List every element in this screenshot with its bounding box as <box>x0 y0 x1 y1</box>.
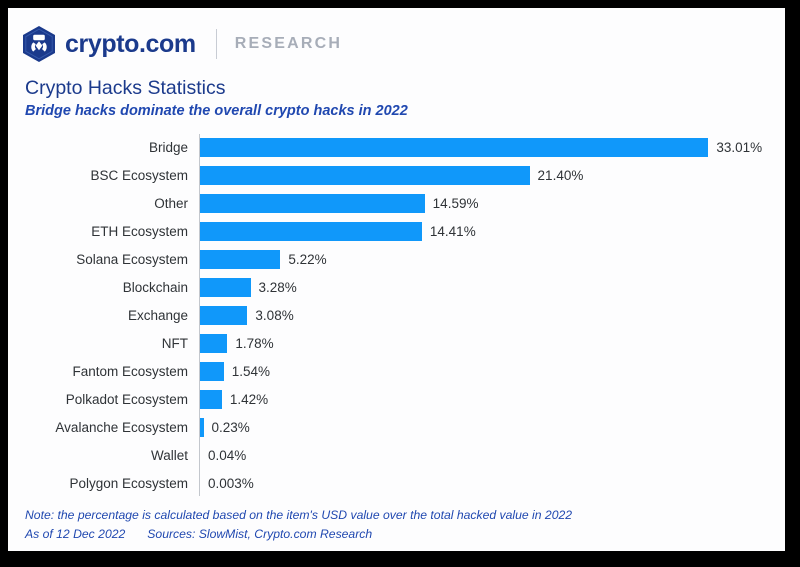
bar-chart-row: Wallet 0.04% <box>8 442 785 470</box>
bar-chart-row: BSC Ecosystem 21.40% <box>8 162 785 190</box>
bar-chart-row: Polkadot Ecosystem 1.42% <box>8 386 785 414</box>
bar-chart-rows: Bridge 33.01% BSC Ecosystem 21.40% Other 14.5… <box>8 134 785 498</box>
bar-category-label: Avalanche Ecosystem <box>55 420 188 435</box>
header-divider <box>215 29 217 59</box>
brand-header: crypto.com RESEARCH <box>22 22 342 66</box>
bar-value-label: 21.40% <box>537 168 584 183</box>
bar-track: 14.59% <box>200 190 785 218</box>
brand-name: crypto.com <box>65 29 196 58</box>
bar-chart-row: Exchange 3.08% <box>8 302 785 330</box>
bar-track: 3.08% <box>200 302 785 330</box>
bar-category-label: Exchange <box>127 308 188 323</box>
bar-chart-row: Solana Ecosystem 5.22% <box>8 246 785 274</box>
bar[interactable] <box>200 418 204 437</box>
bar-track: 33.01% <box>200 134 785 162</box>
bar-category-label: Solana Ecosystem <box>76 252 188 267</box>
bar-category-label: ETH Ecosystem <box>91 224 188 239</box>
chart-source-line: As of 12 Dec 2022 Sources: SlowMist, Cry… <box>25 527 372 541</box>
bar-value-label: 1.54% <box>231 364 270 379</box>
bar-track: 1.78% <box>200 330 785 358</box>
bar-track: 1.42% <box>200 386 785 414</box>
bar[interactable] <box>200 250 281 269</box>
bar-chart-row: ETH Ecosystem 14.41% <box>8 218 785 246</box>
bar[interactable] <box>200 166 530 185</box>
bar-value-label: 1.78% <box>235 336 274 351</box>
bar-category-label: NFT <box>161 336 188 351</box>
bar-category-label: Other <box>154 196 188 211</box>
bar-value-label: 3.28% <box>258 280 297 295</box>
bar-value-label: 0.04% <box>208 448 247 463</box>
bar-value-label: 3.08% <box>255 308 294 323</box>
bar-track: 14.41% <box>200 218 785 246</box>
bar[interactable] <box>200 306 248 325</box>
bar-chart-row: Fantom Ecosystem 1.54% <box>8 358 785 386</box>
bar[interactable] <box>200 278 251 297</box>
bar[interactable] <box>200 334 228 353</box>
bar-chart-row: Other 14.59% <box>8 190 785 218</box>
bar-track: 0.04% <box>200 442 785 470</box>
bar-category-label: Fantom Ecosystem <box>72 364 188 379</box>
bar-value-label: 14.59% <box>432 196 479 211</box>
bar-track: 21.40% <box>200 162 785 190</box>
bar[interactable] <box>200 194 425 213</box>
bar-value-label: 14.41% <box>429 224 476 239</box>
brand-section-label: RESEARCH <box>234 35 343 52</box>
bar[interactable] <box>200 138 709 157</box>
bar-category-label: Bridge <box>148 140 188 155</box>
bar-chart-row: Bridge 33.01% <box>8 134 785 162</box>
bar-category-label: BSC Ecosystem <box>90 168 188 183</box>
bar-chart: Bridge 33.01% BSC Ecosystem 21.40% Other 14.5… <box>8 134 785 500</box>
chart-footnote: Note: the percentage is calculated based… <box>25 508 573 522</box>
bar[interactable] <box>200 390 222 409</box>
as-of-date: As of 12 Dec 2022 <box>25 527 126 541</box>
bar-value-label: 0.003% <box>208 476 254 491</box>
bar-category-label: Polkadot Ecosystem <box>65 392 188 407</box>
bar-value-label: 1.42% <box>229 392 269 407</box>
bar-value-label: 5.22% <box>288 252 327 267</box>
infographic-card: crypto.com RESEARCH Crypto Hacks Statist… <box>8 8 785 551</box>
bar-track: 5.22% <box>200 246 785 274</box>
page-subtitle: Bridge hacks dominate the overall crypto… <box>25 103 408 119</box>
bar-chart-row: NFT 1.78% <box>8 330 785 358</box>
bar-track: 0.23% <box>200 414 785 442</box>
bar-chart-row: Polygon Ecosystem 0.003% <box>8 470 785 498</box>
sources-text: Sources: SlowMist, Crypto.com Research <box>147 527 373 541</box>
bar[interactable] <box>200 362 224 381</box>
bar-value-label: 0.23% <box>211 420 250 435</box>
crypto-com-hexagon-logo-icon <box>22 25 56 63</box>
bar-track: 3.28% <box>200 274 785 302</box>
bar[interactable] <box>200 222 422 241</box>
bar-category-label: Wallet <box>150 448 188 463</box>
bar-value-label: 33.01% <box>716 140 763 155</box>
bar-track: 0.003% <box>200 470 785 498</box>
bar-track: 1.54% <box>200 358 785 386</box>
page-title: Crypto Hacks Statistics <box>25 77 226 99</box>
bar-chart-row: Avalanche Ecosystem 0.23% <box>8 414 785 442</box>
bar-category-label: Polygon Ecosystem <box>69 476 188 491</box>
bar-chart-row: Blockchain 3.28% <box>8 274 785 302</box>
bar-category-label: Blockchain <box>122 280 188 295</box>
